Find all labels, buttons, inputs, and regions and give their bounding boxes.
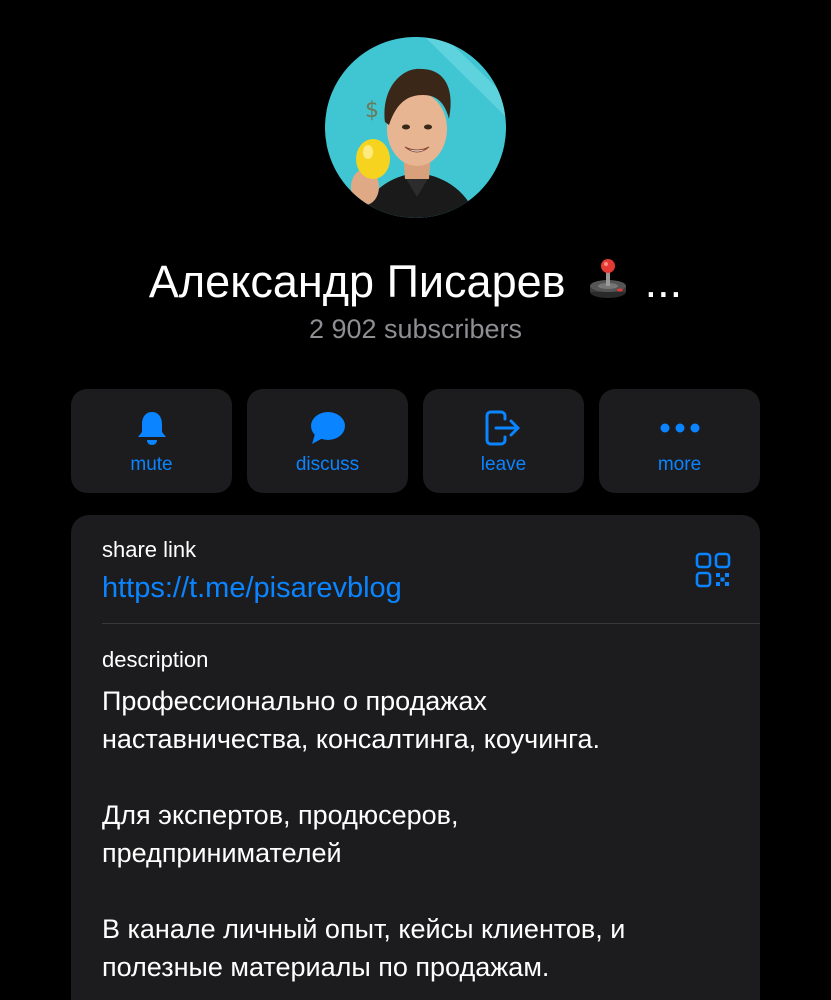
description-line: Профессионально о продажах: [102, 686, 487, 716]
channel-name-ellipsis: ...: [644, 256, 683, 307]
channel-info-page: $ Александр Писарев ... 2 902 subscriber…: [0, 0, 831, 1000]
share-link-label: share link: [102, 537, 197, 562]
subscriber-count: 2 902 subscribers: [308, 314, 523, 344]
more-icon: [660, 409, 700, 447]
action-buttons: mute discuss leave more: [71, 389, 760, 493]
svg-text:$: $: [365, 98, 379, 123]
discuss-label: discuss: [295, 454, 360, 475]
leave-button[interactable]: leave: [423, 389, 584, 493]
divider: [102, 623, 760, 624]
channel-avatar[interactable]: $: [325, 37, 506, 218]
share-link[interactable]: https://t.me/pisarevblog: [102, 570, 402, 606]
description-line: наставничества, консалтинга, коучинга.: [102, 724, 600, 754]
leave-icon: [485, 409, 523, 447]
qr-code-icon[interactable]: [695, 552, 731, 588]
description-line: полезные материалы по продажам.: [102, 952, 550, 982]
more-label: more: [657, 454, 702, 475]
mute-button[interactable]: mute: [71, 389, 232, 493]
more-button[interactable]: more: [599, 389, 760, 493]
description-line: В канале личный опыт, кейсы клиентов, и: [102, 914, 626, 944]
leave-label: leave: [480, 454, 527, 475]
chat-bubble-icon: [310, 409, 346, 447]
description-text: Профессионально о продажах наставничеств…: [102, 682, 742, 986]
channel-name: Александр Писарев: [148, 256, 566, 307]
mute-label: mute: [130, 454, 173, 475]
discuss-button[interactable]: discuss: [247, 389, 408, 493]
joystick-icon: [588, 255, 628, 315]
info-card: share link https://t.me/pisarevblog desc…: [71, 515, 760, 1000]
description-label: description: [102, 647, 209, 672]
description-line: предпринимателей: [102, 838, 342, 868]
description-line: Для экспертов, продюсеров,: [102, 800, 459, 830]
bell-icon: [136, 409, 168, 447]
channel-title: Александр Писарев ...: [0, 252, 831, 315]
